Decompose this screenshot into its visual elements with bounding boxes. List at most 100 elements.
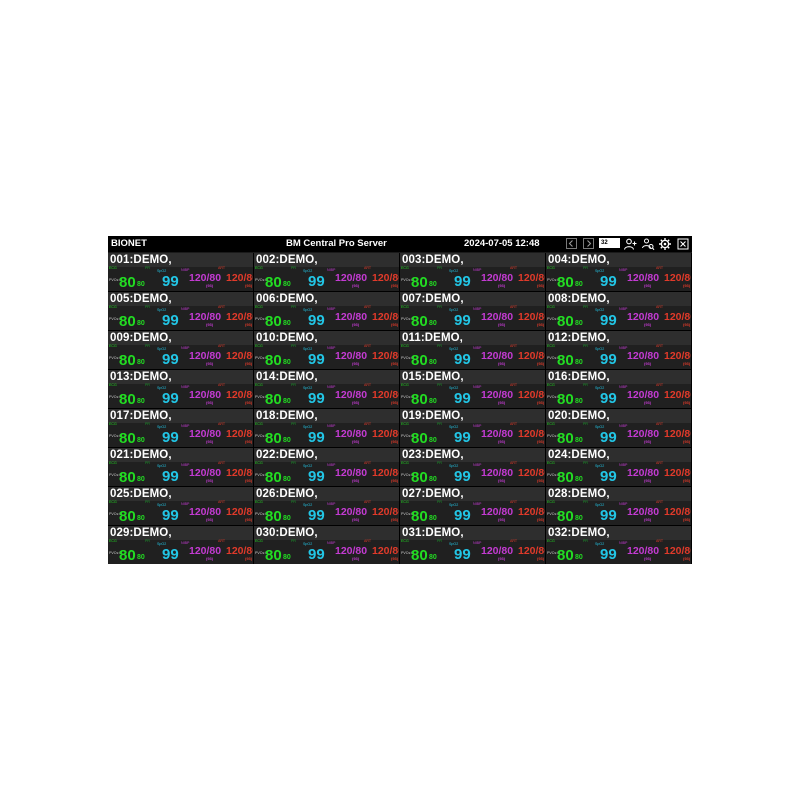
bed-tile[interactable]: 003:DEMO, ECG PR SpO2 NIBP ART PVCs:0 80…	[400, 253, 545, 291]
bed-name: 013:DEMO,	[110, 371, 172, 383]
art-label: ART	[218, 266, 226, 270]
close-icon[interactable]	[676, 237, 690, 251]
bed-tile[interactable]: 002:DEMO, ECG PR SpO2 NIBP ART PVCs:0 80…	[254, 253, 399, 291]
art-mean: (93)	[683, 400, 691, 405]
bed-tile[interactable]: 008:DEMO, ECG PR SpO2 NIBP ART PVCs:0 80…	[546, 292, 691, 330]
chevron-right-icon[interactable]	[583, 238, 594, 249]
pr-value: 80	[137, 320, 145, 327]
bed-tile[interactable]: 012:DEMO, ECG PR SpO2 NIBP ART PVCs:0 80…	[546, 331, 691, 369]
bed-name: 003:DEMO,	[402, 254, 464, 266]
pr-label: PR	[437, 500, 442, 504]
gear-icon[interactable]	[658, 237, 672, 251]
bed-tile[interactable]: 024:DEMO, ECG PR SpO2 NIBP ART PVCs:0 80…	[546, 448, 691, 486]
bed-tile[interactable]: 027:DEMO, ECG PR SpO2 NIBP ART PVCs:0 80…	[400, 487, 545, 525]
pr-label: PR	[291, 344, 296, 348]
hr-value: 80	[265, 508, 282, 525]
pr-label: PR	[145, 344, 150, 348]
vitals-strip: ECG PR SpO2 NIBP ART PVCs:0 80 80 99 120…	[254, 344, 399, 369]
bed-tile[interactable]: 026:DEMO, ECG PR SpO2 NIBP ART PVCs:0 80…	[254, 487, 399, 525]
art-mean: (93)	[537, 556, 545, 561]
hr-value: 80	[411, 547, 428, 564]
art-label: ART	[364, 422, 372, 426]
title-bar: BIONET BM Central Pro Server 2024-07-05 …	[108, 236, 692, 252]
art-mean: (93)	[245, 361, 253, 366]
bed-tile[interactable]: 028:DEMO, ECG PR SpO2 NIBP ART PVCs:0 80…	[546, 487, 691, 525]
vitals-strip: ECG PR SpO2 NIBP ART PVCs:0 80 80 99 120…	[400, 422, 545, 447]
pr-label: PR	[291, 383, 296, 387]
art-label: ART	[656, 305, 664, 309]
spo2-value: 99	[600, 546, 617, 563]
bed-tile[interactable]: 016:DEMO, ECG PR SpO2 NIBP ART PVCs:0 80…	[546, 370, 691, 408]
bed-tile[interactable]: 032:DEMO, ECG PR SpO2 NIBP ART PVCs:0 80…	[546, 526, 691, 564]
ecg-label: ECG	[401, 461, 409, 465]
art-label: ART	[218, 344, 226, 348]
spo2-value: 99	[308, 312, 325, 329]
add-user-icon[interactable]	[623, 237, 637, 251]
search-user-icon[interactable]	[641, 237, 655, 251]
bed-name: 007:DEMO,	[402, 293, 464, 305]
art-label: ART	[364, 383, 372, 387]
spo2-value: 99	[308, 546, 325, 563]
bed-tile[interactable]: 011:DEMO, ECG PR SpO2 NIBP ART PVCs:0 80…	[400, 331, 545, 369]
bed-tile[interactable]: 009:DEMO, ECG PR SpO2 NIBP ART PVCs:0 80…	[108, 331, 253, 369]
art-label: ART	[510, 305, 518, 309]
pr-label: PR	[145, 422, 150, 426]
ecg-label: ECG	[547, 500, 555, 504]
bed-name: 021:DEMO,	[110, 449, 172, 461]
vitals-strip: ECG PR SpO2 NIBP ART PVCs:0 80 80 99 120…	[108, 305, 253, 330]
bed-tile[interactable]: 006:DEMO, ECG PR SpO2 NIBP ART PVCs:0 80…	[254, 292, 399, 330]
pr-label: PR	[291, 500, 296, 504]
art-mean: (93)	[391, 283, 399, 288]
vitals-strip: ECG PR SpO2 NIBP ART PVCs:0 80 80 99 120…	[400, 461, 545, 486]
bed-tile[interactable]: 015:DEMO, ECG PR SpO2 NIBP ART PVCs:0 80…	[400, 370, 545, 408]
bed-tile[interactable]: 004:DEMO, ECG PR SpO2 NIBP ART PVCs:0 80…	[546, 253, 691, 291]
art-mean: (93)	[391, 322, 399, 327]
bed-name: 024:DEMO,	[548, 449, 610, 461]
bed-name: 018:DEMO,	[256, 410, 318, 422]
nibp-mean: (93)	[644, 400, 652, 405]
bed-tile[interactable]: 017:DEMO, ECG PR SpO2 NIBP ART PVCs:0 80…	[108, 409, 253, 447]
bed-tile[interactable]: 010:DEMO, ECG PR SpO2 NIBP ART PVCs:0 80…	[254, 331, 399, 369]
chevron-left-icon[interactable]	[566, 238, 577, 249]
bed-name: 011:DEMO,	[402, 332, 463, 344]
bed-tile[interactable]: 019:DEMO, ECG PR SpO2 NIBP ART PVCs:0 80…	[400, 409, 545, 447]
bed-tile[interactable]: 014:DEMO, ECG PR SpO2 NIBP ART PVCs:0 80…	[254, 370, 399, 408]
pr-label: PR	[291, 461, 296, 465]
datetime-display: 2024-07-05 12:48	[464, 238, 540, 249]
bed-name: 028:DEMO,	[548, 488, 610, 500]
nibp-mean: (93)	[644, 556, 652, 561]
art-label: ART	[656, 344, 664, 348]
pr-label: PR	[437, 383, 442, 387]
bed-tile[interactable]: 030:DEMO, ECG PR SpO2 NIBP ART PVCs:0 80…	[254, 526, 399, 564]
bed-tile[interactable]: 005:DEMO, ECG PR SpO2 NIBP ART PVCs:0 80…	[108, 292, 253, 330]
pr-label: PR	[291, 305, 296, 309]
bed-tile[interactable]: 001:DEMO, ECG PR SpO2 NIBP ART PVCs:0 80…	[108, 253, 253, 291]
hr-value: 80	[557, 313, 574, 330]
bed-tile[interactable]: 013:DEMO, ECG PR SpO2 NIBP ART PVCs:0 80…	[108, 370, 253, 408]
bed-tile[interactable]: 022:DEMO, ECG PR SpO2 NIBP ART PVCs:0 80…	[254, 448, 399, 486]
bed-tile[interactable]: 029:DEMO, ECG PR SpO2 NIBP ART PVCs:0 80…	[108, 526, 253, 564]
spo2-value: 99	[600, 312, 617, 329]
art-mean: (93)	[391, 361, 399, 366]
pr-label: PR	[437, 539, 442, 543]
vitals-strip: ECG PR SpO2 NIBP ART PVCs:0 80 80 99 120…	[254, 422, 399, 447]
art-mean: (93)	[683, 517, 691, 522]
bed-tile[interactable]: 020:DEMO, ECG PR SpO2 NIBP ART PVCs:0 80…	[546, 409, 691, 447]
bed-count-field[interactable]: 32	[599, 238, 620, 248]
pr-label: PR	[291, 266, 296, 270]
vitals-strip: ECG PR SpO2 NIBP ART PVCs:0 80 80 99 120…	[108, 461, 253, 486]
bed-tile[interactable]: 018:DEMO, ECG PR SpO2 NIBP ART PVCs:0 80…	[254, 409, 399, 447]
bed-name: 020:DEMO,	[548, 410, 610, 422]
ecg-label: ECG	[109, 500, 117, 504]
hr-value: 80	[557, 508, 574, 525]
bed-tile[interactable]: 021:DEMO, ECG PR SpO2 NIBP ART PVCs:0 80…	[108, 448, 253, 486]
nibp-mean: (93)	[352, 556, 360, 561]
bed-tile[interactable]: 025:DEMO, ECG PR SpO2 NIBP ART PVCs:0 80…	[108, 487, 253, 525]
vitals-strip: ECG PR SpO2 NIBP ART PVCs:0 80 80 99 120…	[400, 500, 545, 525]
art-mean: (93)	[245, 478, 253, 483]
bed-tile[interactable]: 023:DEMO, ECG PR SpO2 NIBP ART PVCs:0 80…	[400, 448, 545, 486]
art-mean: (93)	[391, 517, 399, 522]
bed-tile[interactable]: 007:DEMO, ECG PR SpO2 NIBP ART PVCs:0 80…	[400, 292, 545, 330]
bed-tile[interactable]: 031:DEMO, ECG PR SpO2 NIBP ART PVCs:0 80…	[400, 526, 545, 564]
ecg-label: ECG	[547, 266, 555, 270]
